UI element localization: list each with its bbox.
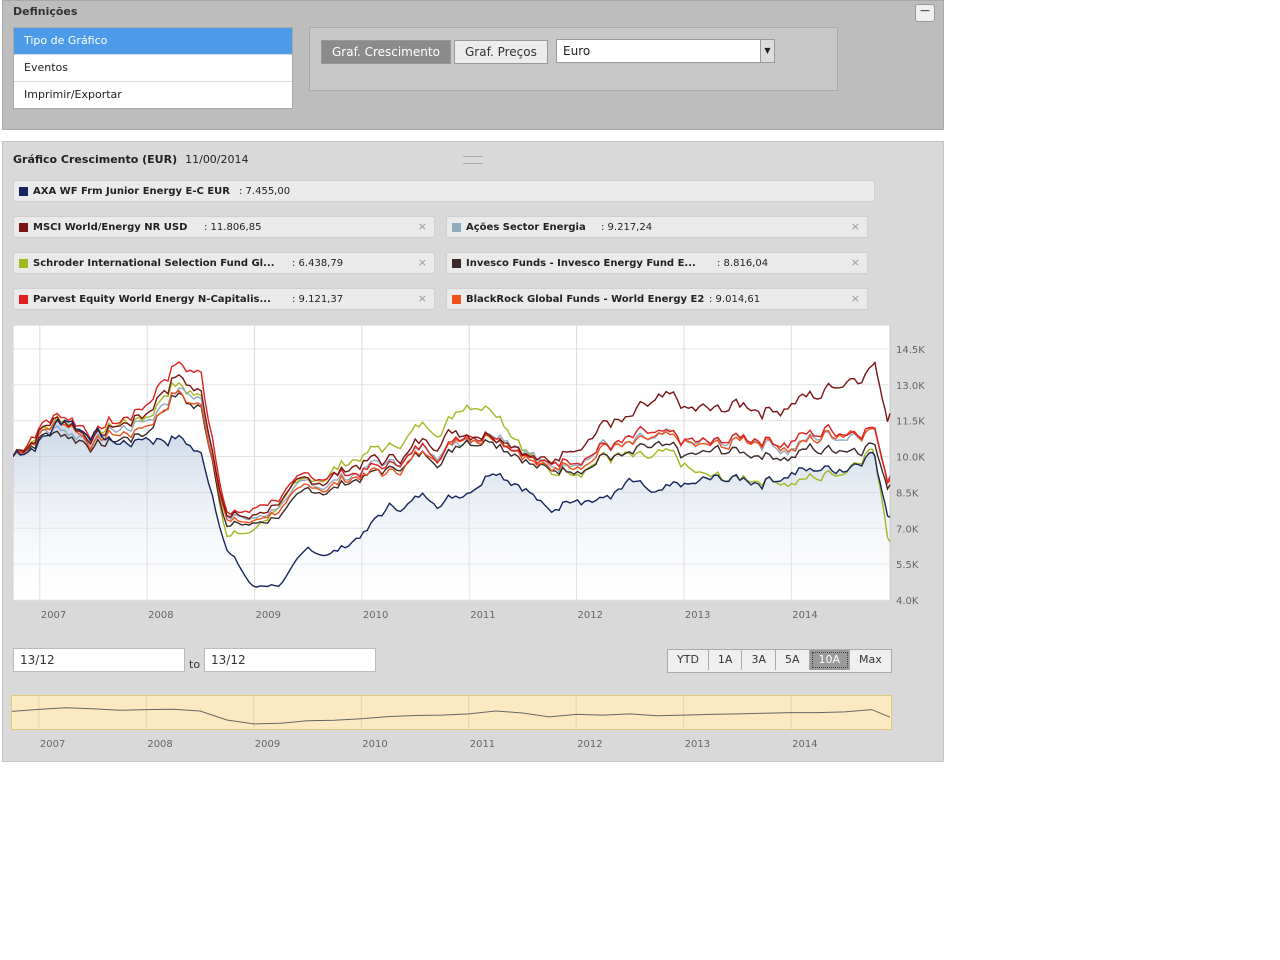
navigator-tick-label: 2014 — [792, 739, 817, 750]
remove-series-icon[interactable]: × — [851, 220, 860, 233]
x-tick-label: 2010 — [363, 610, 388, 620]
legend-series-value: : 11.806,85 — [204, 222, 262, 233]
legend-item[interactable]: Schroder International Selection Fund Gl… — [13, 252, 435, 274]
remove-series-icon[interactable]: × — [851, 256, 860, 269]
chart-title-text: Gráfico Crescimento (EUR) — [13, 153, 178, 166]
navigator-tick-label: 2012 — [577, 739, 602, 750]
range-button-max[interactable]: Max — [850, 650, 891, 670]
range-navigator[interactable]: 2007 2008 2009 2010 2011 2012 2013 2014 — [11, 695, 895, 753]
legend-item[interactable]: AXA WF Frm Junior Energy E-C EUR : 7.455,… — [13, 180, 875, 202]
range-button-ytd[interactable]: YTD — [668, 650, 709, 670]
y-tick-label: 13.0K — [896, 381, 925, 392]
to-label: to — [189, 658, 201, 671]
y-tick-label: 14.5K — [896, 345, 925, 356]
x-tick-label: 2012 — [578, 610, 603, 620]
navigator-tick-label: 2008 — [147, 739, 172, 750]
remove-series-icon[interactable]: × — [418, 292, 427, 305]
x-tick-label: 2007 — [41, 610, 66, 620]
navigator-tick-label: 2010 — [362, 739, 387, 750]
navigator-tick-label: 2009 — [255, 739, 280, 750]
navigator-tick-label: 2011 — [470, 739, 495, 750]
series-color-swatch — [19, 187, 28, 196]
legend-series-name: MSCI World/Energy NR USD — [33, 222, 188, 233]
date-from-input[interactable] — [13, 648, 185, 672]
range-button-1a[interactable]: 1A — [709, 650, 743, 670]
series-color-swatch — [19, 295, 28, 304]
growth-chart: 4.0K 5.5K 7.0K 8.5K 10.0K 11.5K 13.0K 14.5K 2007… — [13, 325, 925, 620]
x-tick-label: 2009 — [256, 610, 281, 620]
legend-series-name: Parvest Equity World Energy N-Capitalis.… — [33, 294, 271, 305]
legend-series-name: Ações Sector Energia — [466, 222, 586, 233]
settings-menu: Tipo de Gráfico Eventos Imprimir/Exporta… — [13, 27, 293, 109]
settings-panel: Definições − Tipo de Gráfico Eventos Imp… — [2, 0, 944, 130]
drag-handle-icon[interactable] — [463, 156, 483, 164]
y-tick-label: 10.0K — [896, 453, 925, 464]
chart-date: 11/00/2014 — [185, 153, 249, 166]
collapse-button[interactable]: − — [915, 4, 935, 22]
x-tick-label: 2014 — [792, 610, 817, 620]
legend-series-value: : 7.455,00 — [239, 186, 291, 197]
navigator-window[interactable] — [11, 695, 892, 730]
legend-series-name: BlackRock Global Funds - World Energy E2 — [466, 294, 704, 305]
y-tick-label: 11.5K — [896, 417, 925, 428]
legend-series-name: AXA WF Frm Junior Energy E-C EUR — [33, 186, 230, 197]
navigator-tick-label: 2007 — [40, 739, 65, 750]
range-button-10a[interactable]: 10A — [809, 650, 851, 670]
legend-series-value: : 6.438,79 — [292, 258, 344, 269]
date-to-input[interactable] — [204, 648, 376, 672]
series-color-swatch — [452, 295, 461, 304]
currency-value: Euro — [563, 44, 591, 58]
legend-series-value: : 9.014,61 — [709, 294, 761, 305]
legend-item[interactable]: Parvest Equity World Energy N-Capitalis.… — [13, 288, 435, 310]
menu-item-chart-type[interactable]: Tipo de Gráfico — [14, 28, 292, 55]
y-tick-label: 7.0K — [896, 524, 919, 535]
range-button-5a[interactable]: 5A — [776, 650, 810, 670]
currency-select[interactable]: Euro ▼ — [556, 39, 775, 63]
growth-chart-button[interactable]: Graf. Crescimento — [321, 40, 451, 64]
chevron-down-icon[interactable]: ▼ — [760, 40, 774, 62]
series-color-swatch — [452, 223, 461, 232]
series-color-swatch — [452, 259, 461, 268]
series-color-swatch — [19, 259, 28, 268]
legend-series-value: : 9.217,24 — [601, 222, 653, 233]
menu-item-print-export[interactable]: Imprimir/Exportar — [14, 82, 292, 108]
range-selector: YTD 1A 3A 5A 10A Max — [667, 649, 892, 673]
price-chart-button[interactable]: Graf. Preços — [454, 40, 548, 64]
menu-item-events[interactable]: Eventos — [14, 55, 292, 82]
settings-title: Definições — [13, 5, 78, 18]
legend-series-name: Invesco Funds - Invesco Energy Fund E... — [466, 258, 696, 269]
x-tick-label: 2011 — [470, 610, 495, 620]
legend-item[interactable]: Invesco Funds - Invesco Energy Fund E...… — [446, 252, 868, 274]
y-tick-label: 4.0K — [896, 596, 919, 607]
legend-item[interactable]: BlackRock Global Funds - World Energy E2… — [446, 288, 868, 310]
chart-title: Gráfico Crescimento (EUR) 11/00/2014 — [13, 153, 249, 166]
y-tick-label: 5.5K — [896, 560, 919, 571]
chart-type-options: Graf. Crescimento Graf. Preços Euro ▼ — [309, 27, 838, 91]
y-tick-label: 8.5K — [896, 488, 919, 499]
range-button-3a[interactable]: 3A — [742, 650, 776, 670]
legend-item[interactable]: Ações Sector Energia : 9.217,24 × — [446, 216, 868, 238]
legend-series-value: : 9.121,37 — [292, 294, 344, 305]
navigator-tick-label: 2013 — [685, 739, 710, 750]
remove-series-icon[interactable]: × — [418, 256, 427, 269]
x-tick-label: 2008 — [148, 610, 173, 620]
remove-series-icon[interactable]: × — [418, 220, 427, 233]
remove-series-icon[interactable]: × — [851, 292, 860, 305]
legend-series-value: : 8.816,04 — [717, 258, 769, 269]
series-color-swatch — [19, 223, 28, 232]
chart-panel: Gráfico Crescimento (EUR) 11/00/2014 AXA … — [2, 141, 944, 762]
legend-series-name: Schroder International Selection Fund Gl… — [33, 258, 275, 269]
x-tick-label: 2013 — [685, 610, 710, 620]
legend-item[interactable]: MSCI World/Energy NR USD : 11.806,85 × — [13, 216, 435, 238]
